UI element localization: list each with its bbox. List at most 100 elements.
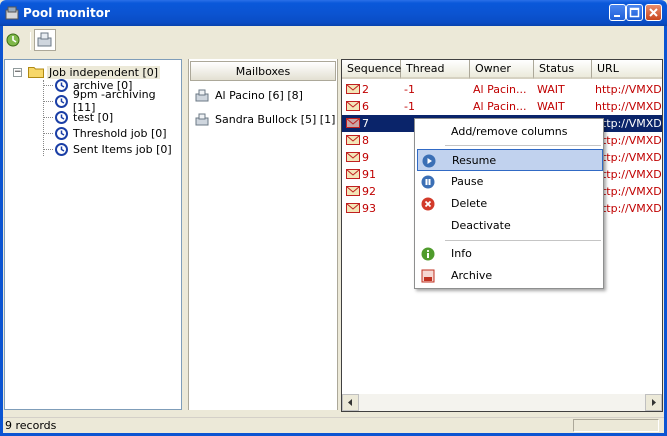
cell-text: 92	[362, 185, 376, 198]
window-frame-left	[0, 26, 3, 436]
tree-item-9pm-archiving[interactable]: 9pm -archiving [11]	[43, 88, 181, 114]
message-envelope-icon	[346, 169, 360, 179]
job-clock-icon	[55, 110, 68, 124]
cell-text: Al Pacin...	[473, 100, 527, 113]
table-cell-status: WAIT	[534, 98, 592, 115]
mailboxes-header[interactable]: Mailboxes	[190, 61, 336, 81]
table-cell-owner: Al Pacin...	[470, 81, 534, 98]
mailbox-view-button[interactable]	[34, 29, 56, 51]
table-cell-status: WAIT	[534, 81, 592, 98]
job-tree: − Job independent [0] archive [0] 9pm -a…	[4, 59, 182, 410]
tree-item-label: Threshold job [0]	[73, 126, 167, 140]
menu-item-deactivate[interactable]: Deactivate	[417, 215, 603, 237]
menu-item-pause[interactable]: Pause	[417, 171, 603, 193]
tree-item-label: Sent Items job [0]	[73, 142, 172, 156]
menu-item-delete[interactable]: Delete	[417, 193, 603, 215]
minimize-icon	[614, 15, 620, 17]
title-bar: Pool monitor	[0, 0, 667, 26]
refresh-icon	[6, 33, 20, 47]
mailbox-icon	[37, 32, 52, 47]
table-cell-sequence: 8	[342, 132, 401, 149]
cell-text: http://VMXDE	[595, 117, 663, 130]
message-envelope-icon	[346, 135, 360, 145]
app-icon	[5, 6, 19, 20]
menu-separator	[445, 240, 601, 241]
job-clock-icon	[54, 94, 68, 108]
delete-icon	[421, 197, 435, 211]
close-button[interactable]	[645, 4, 662, 21]
play-icon	[422, 154, 436, 168]
scroll-left-button[interactable]	[342, 394, 359, 411]
cell-text: 2	[362, 83, 369, 96]
cell-text: -1	[404, 83, 415, 96]
column-header-status[interactable]: Status	[534, 60, 592, 79]
minimize-button[interactable]	[609, 4, 626, 21]
menu-item-resume[interactable]: Resume	[417, 149, 603, 171]
menu-item-label: Info	[451, 247, 472, 260]
scroll-right-button[interactable]	[645, 394, 662, 411]
menu-item-label: Archive	[451, 269, 493, 282]
archive-icon	[421, 269, 435, 283]
refresh-button[interactable]	[3, 29, 25, 51]
job-clock-icon	[55, 78, 68, 92]
table-cell-owner: Al Pacin...	[470, 98, 534, 115]
menu-item-archive[interactable]: Archive	[417, 265, 603, 287]
menu-item-info[interactable]: Info	[417, 243, 603, 265]
tree-item-sent-items-job[interactable]: Sent Items job [0]	[43, 141, 172, 157]
menu-item-label: Pause	[451, 175, 484, 188]
table-cell-sequence: 9	[342, 149, 401, 166]
column-header-thread[interactable]: Thread	[401, 60, 470, 79]
collapse-icon[interactable]: −	[13, 67, 22, 77]
toolbar	[3, 26, 664, 56]
table-cell-url: http://VMXDE	[592, 81, 662, 98]
message-envelope-icon	[346, 84, 360, 94]
window-title: Pool monitor	[23, 6, 110, 20]
menu-item-label: Delete	[451, 197, 488, 210]
cell-text: http://VMXDE	[595, 100, 663, 113]
column-header-url[interactable]: URL	[592, 60, 662, 79]
table-cell-sequence: 91	[342, 166, 401, 183]
message-envelope-icon	[346, 186, 360, 196]
table-cell-url: http://VMXDE	[592, 98, 663, 115]
cell-text: WAIT	[537, 83, 565, 96]
table-cell-thread: -1	[401, 81, 470, 98]
close-icon	[649, 8, 658, 17]
cell-text: 93	[362, 202, 376, 215]
mailbox-item-al-pacino[interactable]: Al Pacino [6] [8]	[195, 87, 303, 103]
cell-text: 91	[362, 168, 376, 181]
mailbox-icon	[195, 113, 209, 125]
tree-item-label: test [0]	[73, 110, 114, 124]
mailbox-icon	[195, 89, 209, 101]
cell-text: 9	[362, 151, 369, 164]
cell-text: http://VMXDE	[595, 134, 663, 147]
table-row[interactable]: 6 -1 Al Pacin... WAIT http://VMXDE	[342, 98, 663, 115]
maximize-button[interactable]	[626, 4, 643, 21]
maximize-icon	[629, 7, 640, 18]
status-bar: 9 records	[3, 417, 664, 433]
column-header-owner[interactable]: Owner	[470, 60, 534, 79]
cell-text: 8	[362, 134, 369, 147]
menu-item-label: Deactivate	[451, 219, 511, 232]
context-menu: Add/remove columns Resume Pause Delete D…	[414, 118, 604, 289]
cell-text: 6	[362, 100, 369, 113]
cell-text: Al Pacin...	[473, 83, 527, 96]
mailbox-item-sandra-bullock[interactable]: Sandra Bullock [5] [1]	[195, 111, 335, 127]
message-envelope-icon	[346, 203, 360, 213]
table-cell-sequence: 6	[342, 98, 401, 115]
arrow-left-icon	[348, 399, 352, 406]
toolbar-separator	[30, 32, 31, 50]
tree-item-test[interactable]: test [0]	[43, 109, 113, 125]
horizontal-scrollbar[interactable]	[342, 394, 662, 411]
table-cell-sequence: 7	[342, 115, 401, 132]
status-pane	[573, 419, 659, 432]
tree-item-threshold-job[interactable]: Threshold job [0]	[43, 125, 167, 141]
cell-text: http://VMXDE	[595, 185, 663, 198]
table-row[interactable]: 2 -1 Al Pacin... WAIT http://VMXDE	[342, 81, 662, 98]
column-header-sequence[interactable]: Sequence	[342, 60, 401, 79]
menu-item-label: Resume	[452, 154, 497, 167]
menu-item-add-remove-columns[interactable]: Add/remove columns	[417, 121, 603, 143]
status-record-count: 9 records	[5, 419, 57, 432]
cell-text: http://VMXDE	[595, 202, 663, 215]
folder-open-icon	[28, 67, 44, 78]
mailbox-label: Sandra Bullock [5] [1]	[215, 112, 336, 126]
